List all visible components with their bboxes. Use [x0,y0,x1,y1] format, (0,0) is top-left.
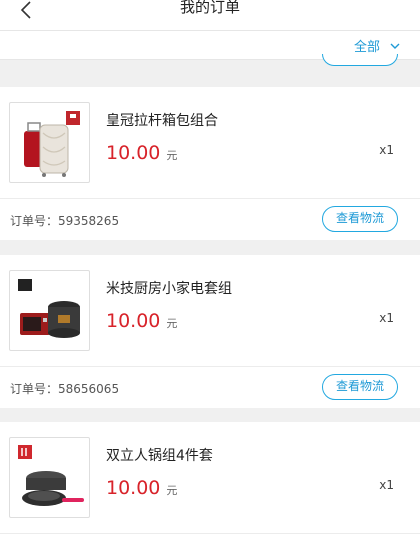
product-quantity: x1 [379,143,394,157]
chevron-down-icon [390,43,400,49]
product-price: 10.00 元 [106,477,178,499]
status-filter-dropdown[interactable]: 全部 [354,36,400,55]
order-number: 订单号：59358265 [10,214,120,228]
order-info-row: 订单号：58656065 查看物流 [0,367,420,408]
order-card: 米技厨房小家电套组 10.00 元 x1 订单号：58656065 查看物流 [0,255,420,408]
order-card: 双立人锅组4件套 10.00 元 x1 [0,422,420,538]
product-name: 双立人锅组4件套 [106,448,213,464]
kitchen-appliance-icon [9,270,90,351]
luggage-set-icon [9,102,90,183]
product-name: 皇冠拉杆箱包组合 [106,113,218,129]
product-quantity: x1 [379,311,394,325]
page-title: 我的订单 [179,0,240,16]
product-name: 米技厨房小家电套组 [106,281,232,297]
order-product[interactable]: 米技厨房小家电套组 10.00 元 x1 [0,255,420,367]
order-product[interactable]: 双立人锅组4件套 10.00 元 x1 [0,422,420,534]
filter-label: 全部 [353,40,380,55]
cookware-set-icon [9,437,90,518]
order-product[interactable]: 皇冠拉杆箱包组合 10.00 元 x1 [0,87,420,199]
product-price: 10.00 元 [106,310,178,332]
view-logistics-button[interactable]: 查看物流 [322,374,398,400]
order-info-row: 订单号：59358265 查看物流 [0,199,420,240]
order-number: 订单号：58656065 [10,382,120,396]
product-quantity: x1 [379,478,394,492]
product-price: 10.00 元 [106,142,178,164]
order-card: 皇冠拉杆箱包组合 10.00 元 x1 订单号：59358265 查看物流 [0,87,420,240]
top-navbar: 我的订单 [0,0,420,30]
logistics-button-partial[interactable] [322,54,398,66]
view-logistics-button[interactable]: 查看物流 [322,206,398,232]
